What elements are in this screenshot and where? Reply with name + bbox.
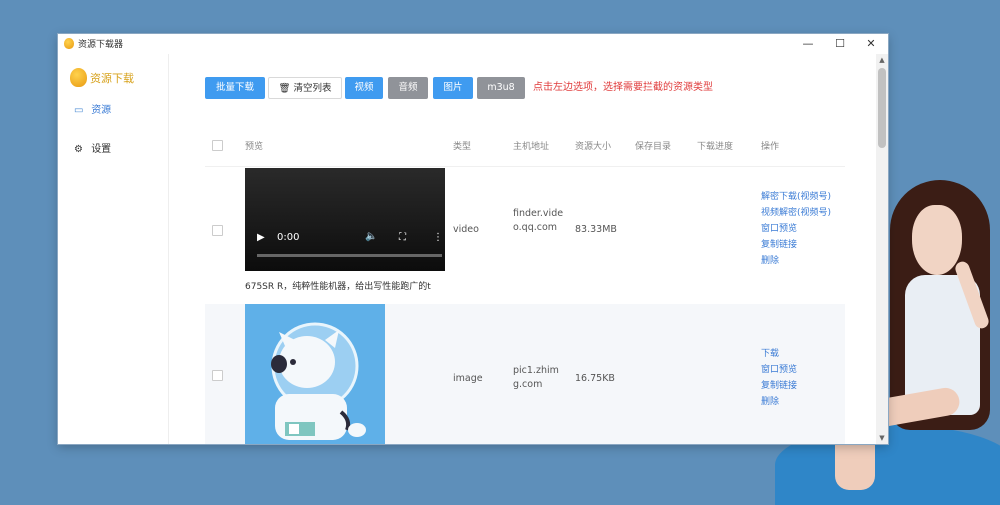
video-progress-bar[interactable]	[257, 254, 442, 257]
scroll-up-arrow-icon[interactable]: ▲	[876, 54, 888, 66]
brand-name: 资源下载	[90, 72, 134, 85]
resource-size: 16.75KB	[575, 373, 615, 384]
filter-image-button[interactable]: 图片	[433, 77, 473, 99]
scroll-thumb[interactable]	[878, 68, 886, 148]
window-title: 资源下载器	[78, 40, 124, 50]
table-row: ▶ 0:00 🔈 ⛶ ⋮ 675SR R，纯粹性能机器，给出写性能跑广的t vi…	[205, 166, 845, 307]
close-button[interactable]: ✕	[861, 36, 881, 52]
filter-video-button[interactable]: 视频	[345, 77, 383, 99]
window-preview-link[interactable]: 窗口预览	[761, 221, 831, 237]
resource-type: image	[453, 373, 483, 384]
sidebar: 资源下载 ▭ 资源 ⚙ 设置	[58, 54, 169, 444]
monitor-icon: ▭	[74, 105, 84, 116]
window-preview-link[interactable]: 窗口预览	[761, 362, 797, 378]
sidebar-item-label: 资源	[91, 105, 112, 116]
copy-link[interactable]: 复制链接	[761, 237, 831, 253]
gear-icon: ⚙	[74, 144, 83, 155]
mascot-image	[271, 322, 366, 440]
column-header: 下载进度	[697, 142, 734, 152]
play-icon[interactable]: ▶	[257, 232, 265, 243]
resource-host: pic1.zhimg.com	[513, 365, 559, 390]
delete-link[interactable]: 删除	[761, 394, 797, 410]
video-time: 0:00	[277, 232, 300, 243]
app-logo-icon	[70, 68, 87, 87]
column-header: 操作	[761, 142, 780, 152]
row-actions: 解密下载(视频号) 视频解密(视频号) 窗口预览 复制链接 删除	[761, 189, 831, 269]
decrypt-download-link[interactable]: 解密下载(视频号)	[761, 189, 831, 205]
copy-link[interactable]: 复制链接	[761, 378, 797, 394]
maximize-button[interactable]: ☐	[830, 36, 850, 52]
image-preview[interactable]	[245, 304, 385, 444]
filter-audio-button[interactable]: 音频	[388, 77, 428, 99]
filter-hint: 点击左边选项，选择需要拦截的资源类型	[533, 82, 713, 93]
sidebar-item-settings[interactable]: ⚙ 设置	[74, 140, 111, 155]
main-content: 批量下载 🗑 清空列表 视频 音频 图片 m3u8 点击左边选项，选择需要拦截的…	[173, 54, 873, 444]
clear-list-label: 清空列表	[293, 83, 332, 94]
clear-list-button[interactable]: 🗑 清空列表	[268, 77, 342, 99]
resource-host: finder.video.qq.com	[513, 208, 564, 233]
row-actions: 下载 窗口预览 复制链接 删除	[761, 346, 797, 410]
column-header: 类型	[453, 142, 472, 152]
sidebar-item-label: 设置	[91, 144, 112, 155]
table-header: 预览 类型 主机地址 资源大小 保存目录 下载进度 操作	[205, 139, 845, 155]
row-checkbox[interactable]	[212, 225, 223, 236]
sidebar-item-resources[interactable]: ▭ 资源	[74, 101, 111, 116]
app-logo-icon	[64, 38, 74, 49]
title-bar[interactable]: 资源下载器 — ☐ ✕	[58, 34, 888, 54]
table-row: image pic1.zhimg.com 16.75KB 下载 窗口预览 复制链…	[205, 304, 845, 444]
filter-m3u8-button[interactable]: m3u8	[477, 77, 525, 99]
delete-link[interactable]: 删除	[761, 253, 831, 269]
fullscreen-icon[interactable]: ⛶	[399, 232, 406, 243]
video-preview[interactable]: ▶ 0:00 🔈 ⛶ ⋮	[245, 168, 445, 271]
resource-type: video	[453, 224, 479, 235]
volume-icon[interactable]: 🔈	[365, 231, 377, 242]
resource-size: 83.33MB	[575, 224, 617, 235]
column-header: 主机地址	[513, 142, 550, 152]
trash-icon: 🗑	[278, 83, 291, 94]
more-options-icon[interactable]: ⋮	[433, 232, 443, 243]
scroll-down-arrow-icon[interactable]: ▼	[876, 432, 888, 444]
batch-download-button[interactable]: 批量下载	[205, 77, 265, 99]
app-window: 资源下载器 — ☐ ✕ 资源下载 ▭ 资源 ⚙ 设置 批量下载 🗑 清空列表 视…	[58, 34, 888, 444]
column-header: 资源大小	[575, 142, 612, 152]
column-header: 保存目录	[635, 142, 672, 152]
column-header: 预览	[245, 142, 264, 152]
video-caption: 675SR R，纯粹性能机器，给出写性能跑广的t	[245, 282, 431, 292]
desktop-character-face	[912, 205, 962, 275]
vertical-scrollbar[interactable]: ▲ ▼	[876, 54, 888, 444]
minimize-button[interactable]: —	[798, 36, 818, 52]
row-checkbox[interactable]	[212, 370, 223, 381]
download-link[interactable]: 下载	[761, 346, 797, 362]
select-all-checkbox[interactable]	[212, 140, 223, 151]
video-decrypt-link[interactable]: 视频解密(视频号)	[761, 205, 831, 221]
